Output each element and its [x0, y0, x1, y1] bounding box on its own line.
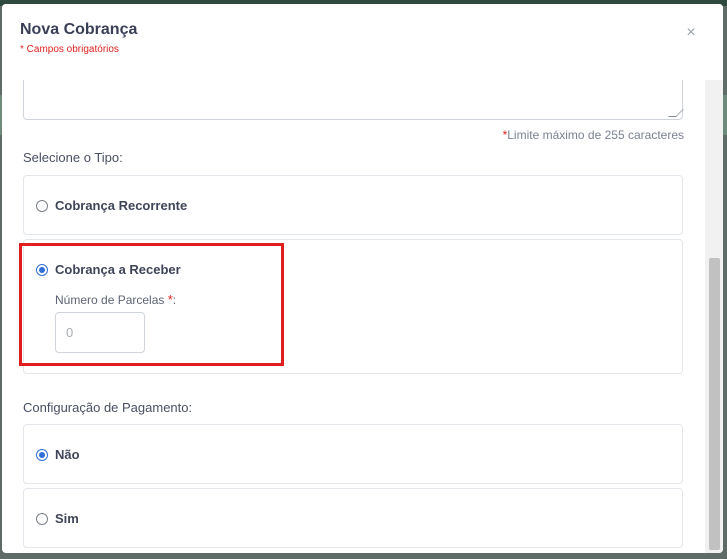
installments-label: Número de Parcelas *: [55, 292, 176, 307]
type-section-label: Selecione o Tipo: [23, 150, 123, 165]
option-label-yes: Sim [55, 511, 79, 526]
new-charge-modal: Nova Cobrança * Campos obrigatórios × *L… [2, 4, 723, 553]
scrollbar[interactable] [705, 80, 723, 553]
payment-section-label: Configuração de Pagamento: [23, 400, 193, 415]
modal-title: Nova Cobrança [20, 21, 138, 38]
option-label-no: Não [55, 447, 80, 462]
installments-label-colon: : [172, 293, 177, 307]
close-icon[interactable]: × [684, 24, 698, 42]
option-card-recurring[interactable]: Cobrança Recorrente [23, 175, 683, 235]
modal-header: Nova Cobrança * Campos obrigatórios × [2, 4, 723, 80]
resize-grip-icon[interactable] [668, 109, 684, 117]
installments-label-text: Número de Parcelas [55, 293, 165, 307]
scrollbar-thumb[interactable] [709, 258, 720, 550]
description-textarea[interactable] [23, 80, 684, 120]
option-card-receivable[interactable]: Cobrança a Receber Número de Parcelas *: [23, 239, 683, 374]
char-limit-text: Limite máximo de 255 caracteres [507, 128, 684, 142]
radio-receivable[interactable] [36, 264, 48, 276]
option-label-receivable: Cobrança a Receber [55, 262, 181, 277]
option-card-yes[interactable]: Sim [23, 488, 683, 548]
required-fields-note: * Campos obrigatórios [20, 44, 119, 55]
radio-recurring[interactable] [36, 200, 48, 212]
radio-yes[interactable] [36, 513, 48, 525]
installments-input[interactable] [55, 312, 145, 353]
radio-no[interactable] [36, 449, 48, 461]
option-label-recurring: Cobrança Recorrente [55, 198, 188, 213]
modal-body: *Limite máximo de 255 caracteres Selecio… [2, 80, 705, 553]
char-limit-note: *Limite máximo de 255 caracteres [503, 128, 684, 142]
option-card-no[interactable]: Não [23, 424, 683, 484]
